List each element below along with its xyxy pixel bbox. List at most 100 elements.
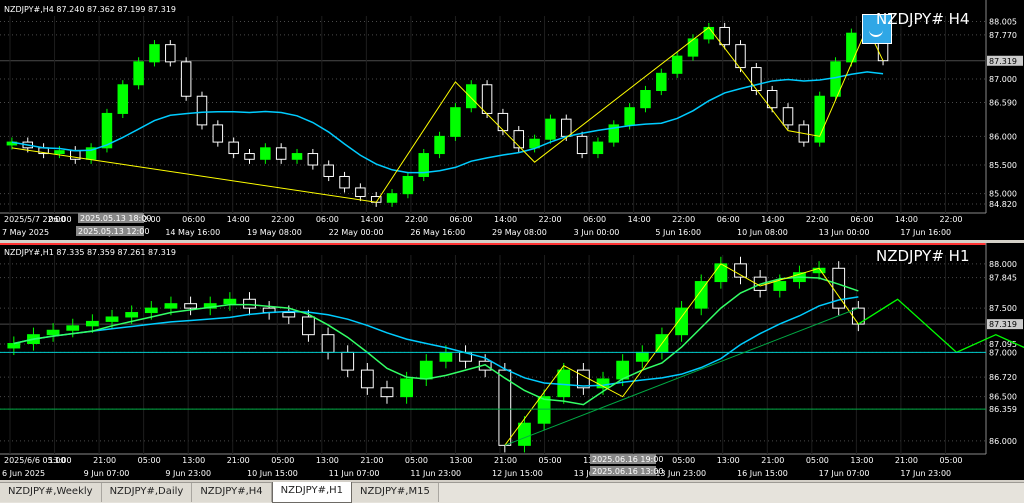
top-candle-body-39 <box>624 107 635 126</box>
top-time-sublabel-11: 14:00 <box>494 215 517 224</box>
bot-time-label-5: 11 Jun 23:00 <box>410 469 461 478</box>
top-candle-body-28 <box>450 107 461 137</box>
top-candle-body-18 <box>291 153 303 160</box>
bot-candle-body-11 <box>223 298 237 305</box>
bot-candle-body-0 <box>7 343 21 349</box>
top-time-sublabel-12: 22:00 <box>539 215 562 224</box>
bot-time-sublabel-6: 05:00 <box>271 456 294 465</box>
top-candle-body-12 <box>196 95 208 126</box>
bot-candle-body-3 <box>66 325 80 331</box>
top-candle-body-36 <box>576 135 588 155</box>
bot-time-sublabel-18: 05:00 <box>806 456 829 465</box>
top-time-label-9: 10 Jun 08:00 <box>737 228 788 237</box>
bot-candle-body-5 <box>105 316 119 322</box>
top-candle-body-8 <box>133 61 144 86</box>
bot-time-label-9: 16 Jun 15:00 <box>737 469 788 478</box>
top-candle-body-21 <box>339 175 350 189</box>
top-candle-body-37 <box>592 141 604 155</box>
bot-candle-body-8 <box>164 303 178 309</box>
top-candle-body-17 <box>275 147 287 160</box>
h1-chart-svg[interactable]: 88.00087.84587.50087.31987.09587.00086.7… <box>0 243 1024 480</box>
top-candle-body-10 <box>165 44 176 63</box>
top-candle-body-22 <box>355 187 366 198</box>
bot-time-sublabel-2: 21:00 <box>93 456 116 465</box>
bot-time-sublabel-7: 13:00 <box>316 456 339 465</box>
bot-candle-body-7 <box>144 307 158 314</box>
top-price-tag-5: 86.000 <box>989 132 1017 141</box>
top-time-sublabel-18: 22:00 <box>806 215 829 224</box>
top-time-sublabel-9: 22:00 <box>405 215 428 224</box>
top-candle-body-45 <box>719 26 730 46</box>
tab-m15[interactable]: NZDJPY#,M15 <box>352 483 439 502</box>
bot-candle-body-15 <box>302 316 315 336</box>
h4-symbol-title: NZDJPY# H4 <box>876 10 970 28</box>
bot-time-label-3: 10 Jun 15:00 <box>247 469 298 478</box>
top-price-tag-0: 88.005 <box>989 17 1017 26</box>
h4-info-label: NZDJPY#,H4 87.240 87.362 87.199 87.319 <box>4 5 176 14</box>
bot-time-sublabel-1: 13:00 <box>49 456 72 465</box>
top-price-tag-1: 87.770 <box>989 31 1017 40</box>
top-candle-body-52 <box>830 61 841 97</box>
top-candle-body-35 <box>561 118 572 137</box>
bot-time-sublabel-9: 05:00 <box>405 456 428 465</box>
tab-h1[interactable]: NZDJPY#,H1 <box>271 482 353 503</box>
bot-candle-body-39 <box>773 281 787 291</box>
tab-daily[interactable]: NZDJPY#,Daily <box>101 483 193 502</box>
top-time-sublabel-15: 22:00 <box>672 215 695 224</box>
bot-time-label-0: 6 Jun 2025 <box>2 469 45 478</box>
bot-candle-body-17 <box>341 351 355 371</box>
bot-time-sublabel-10: 13:00 <box>449 456 472 465</box>
top-time-label-6: 29 May 08:00 <box>492 228 547 237</box>
top-price-tag-4: 86.590 <box>989 99 1017 108</box>
top-candle-body-14 <box>228 141 239 155</box>
top-candle-body-7 <box>117 84 129 114</box>
top-candle-body-24 <box>386 193 398 203</box>
bot-candle-body-6 <box>125 312 139 318</box>
top-time-sublabel-17: 14:00 <box>761 215 784 224</box>
top-candle-body-42 <box>671 55 683 74</box>
top-time-label-10: 13 Jun 00:00 <box>819 228 870 237</box>
top-candle-body-47 <box>751 67 762 92</box>
bot-price-tag-2: 87.500 <box>989 304 1017 313</box>
h1-crosshair-time2: 2025.06.16 13:00 <box>592 467 663 476</box>
bot-ma-slow-line <box>13 296 859 387</box>
top-price-tag-3: 87.000 <box>989 75 1017 84</box>
bot-price-tag-3: 87.319 <box>989 320 1017 329</box>
top-candle-body-41 <box>656 72 667 92</box>
bot-candle-body-27 <box>537 396 551 424</box>
top-price-tag-7: 85.000 <box>989 190 1017 199</box>
bot-candle-body-2 <box>46 329 60 336</box>
bot-time-label-10: 17 Jun 07:00 <box>819 469 870 478</box>
bot-time-sublabel-8: 21:00 <box>360 456 383 465</box>
bot-candle-body-28 <box>557 369 571 398</box>
top-candle-body-11 <box>180 61 192 97</box>
bot-time-label-6: 12 Jun 15:00 <box>492 469 543 478</box>
top-candle-body-32 <box>513 130 525 149</box>
bot-candle-body-4 <box>85 320 99 327</box>
h4-chart-pane[interactable]: 88.005 87.770 87.319 87.000 86.590 86.000 85.5… <box>0 0 1024 240</box>
bot-time-sublabel-5: 21:00 <box>227 456 250 465</box>
top-time-sublabel-6: 22:00 <box>271 215 294 224</box>
top-time-sublabel-20: 14:00 <box>895 215 918 224</box>
bot-time-sublabel-3: 05:00 <box>138 456 161 465</box>
bot-price-tag-5: 87.000 <box>989 348 1017 357</box>
bot-price-tag-0: 88.000 <box>989 260 1017 269</box>
bot-time-sublabel-17: 21:00 <box>761 456 784 465</box>
bot-time-sublabel-16: 13:00 <box>717 456 740 465</box>
top-time-sublabel-4: 06:00 <box>182 215 205 224</box>
top-candle-body-9 <box>149 44 160 63</box>
bot-candle-body-9 <box>184 303 197 309</box>
top-time-sublabel-8: 14:00 <box>360 215 383 224</box>
tab-weekly[interactable]: NZDJPY#,Weekly <box>0 483 102 502</box>
bot-time-sublabel-4: 13:00 <box>182 456 205 465</box>
tab-h4[interactable]: NZDJPY#,H4 <box>192 483 272 502</box>
bot-time-sublabel-21: 05:00 <box>939 456 962 465</box>
h1-chart-pane[interactable]: 88.000 87.845 87.500 87.319 87.095 87.000 86.7… <box>0 243 1024 480</box>
top-time-label-3: 19 May 08:00 <box>247 228 302 237</box>
bot-time-sublabel-15: 05:00 <box>672 456 695 465</box>
bot-candle-body-20 <box>400 378 414 398</box>
top-price-tag-6: 85.500 <box>989 161 1017 170</box>
top-candle-body-20 <box>323 164 334 177</box>
top-candle-body-34 <box>545 118 556 140</box>
top-time-label-8: 5 Jun 16:00 <box>655 228 701 237</box>
